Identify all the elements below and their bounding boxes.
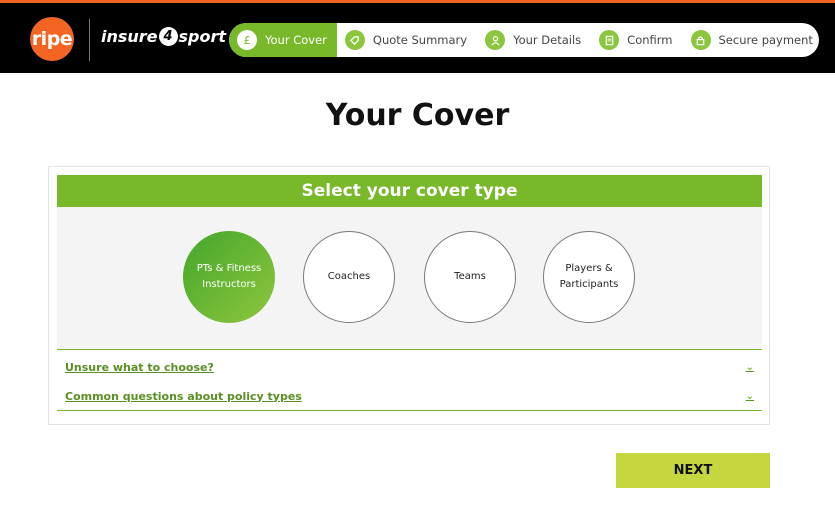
tag-icon bbox=[344, 30, 365, 50]
option-label: Players & Participants bbox=[559, 263, 619, 290]
step-your-details[interactable]: Your Details bbox=[477, 23, 591, 57]
brand-text-post: sport bbox=[178, 27, 227, 46]
cover-type-heading: Select your cover type bbox=[57, 175, 762, 207]
document-icon bbox=[599, 30, 620, 50]
cover-type-card: Select your cover type PTs & Fitness Ins… bbox=[48, 166, 770, 425]
step-your-cover[interactable]: £ Your Cover bbox=[229, 23, 337, 57]
option-label: Teams bbox=[454, 271, 486, 282]
step-confirm[interactable]: Confirm bbox=[591, 23, 682, 57]
step-label: Confirm bbox=[627, 33, 673, 47]
option-players-participants[interactable]: Players & Participants bbox=[543, 231, 635, 323]
step-label: Your Details bbox=[513, 33, 582, 47]
lock-icon bbox=[690, 30, 711, 50]
logo-text: ripe bbox=[31, 28, 73, 50]
logo-divider bbox=[89, 19, 90, 61]
step-label: Quote Summary bbox=[372, 33, 468, 47]
option-coaches[interactable]: Coaches bbox=[303, 231, 395, 323]
ripe-logo[interactable]: ripe bbox=[30, 17, 74, 61]
insure4sport-logo[interactable]: insure 4 sport bbox=[101, 27, 226, 46]
option-label: PTs & Fitness Instructors bbox=[196, 263, 262, 290]
faq-unsure-what-to-choose[interactable]: Unsure what to choose? ⌄ bbox=[57, 353, 762, 382]
step-quote-summary[interactable]: Quote Summary bbox=[337, 23, 477, 57]
step-label: Secure payment bbox=[718, 33, 813, 47]
option-pts-fitness-instructors[interactable]: PTs & Fitness Instructors bbox=[183, 231, 275, 323]
cover-type-options: PTs & Fitness Instructors Coaches Teams … bbox=[57, 207, 762, 350]
faq-common-questions-policy-types[interactable]: Common questions about policy types ⌄ bbox=[57, 382, 762, 411]
user-icon bbox=[485, 30, 506, 50]
brand-four-badge: 4 bbox=[158, 27, 178, 46]
step-secure-payment[interactable]: Secure payment bbox=[683, 23, 820, 57]
next-button[interactable]: NEXT bbox=[616, 453, 770, 488]
chevron-down-icon: ⌄ bbox=[745, 390, 754, 402]
pound-icon: £ bbox=[237, 30, 257, 50]
page-title: Your Cover bbox=[325, 98, 510, 133]
faq-label: Common questions about policy types bbox=[65, 389, 302, 403]
option-teams[interactable]: Teams bbox=[424, 231, 516, 323]
top-header: ripe insure 4 sport £ Your Cover Quote S… bbox=[0, 0, 835, 73]
option-label: Coaches bbox=[327, 271, 371, 282]
chevron-down-icon: ⌄ bbox=[745, 362, 754, 373]
faq-label: Unsure what to choose? bbox=[65, 361, 214, 374]
progress-steps: £ Your Cover Quote Summary Your Details … bbox=[229, 23, 819, 57]
step-label: Your Cover bbox=[265, 33, 327, 47]
brand-text-pre: insure bbox=[101, 27, 158, 46]
